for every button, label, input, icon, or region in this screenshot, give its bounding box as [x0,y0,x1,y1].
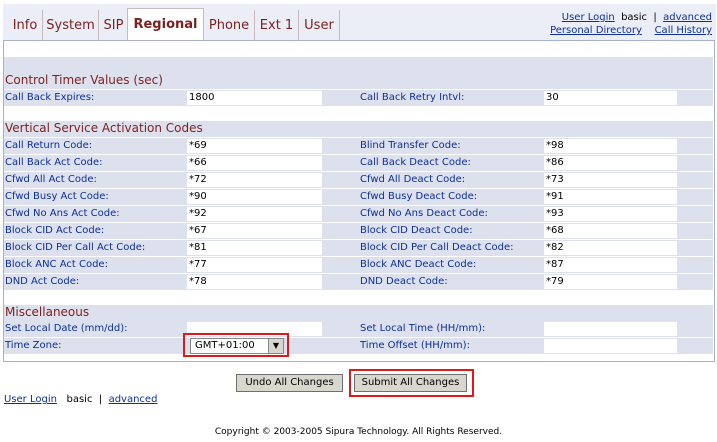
tab-system[interactable]: System [43,10,99,42]
settings-row: Block ANC Act Code: Block ANC Deact Code: [4,257,713,273]
field-label: Block CID Per Call Deact Code: [360,242,514,253]
time-zone-select[interactable]: GMT+01:00 ▼ [190,338,284,354]
settings-row: Block CID Per Call Act Code: Block CID Pe… [4,240,713,256]
personal-directory-link[interactable]: Personal Directory [550,25,642,36]
settings-row: Call Back Act Code: Call Back Deact Code: [4,155,713,171]
field-label: Call Back Expires: [5,92,95,103]
field-label: Set Local Time (HH/mm): [360,323,486,334]
misc-header [4,305,713,321]
bottom-separator: | [98,394,103,405]
time-zone-value: GMT+01:00 [195,340,255,351]
top-band [4,57,713,73]
settings-row: Time Zone: Time Offset (HH/mm): [4,338,713,354]
settings-row: DND Act Code: DND Deact Code: [4,274,713,290]
field-label: Call Back Deact Code: [360,157,471,168]
field-label: Blind Transfer Code: [360,140,461,151]
bottom-links: User Login basic | advanced [4,394,157,405]
field-input[interactable] [187,139,322,153]
field-input[interactable] [544,275,677,289]
top-links: User Login basic | advanced Personal Dir… [550,11,712,37]
user-login-link[interactable]: User Login [562,12,615,23]
field-label: Block CID Act Code: [5,225,105,236]
field-label: Set Local Date (mm/dd): [5,323,128,334]
field-label: Time Offset (HH/mm): [360,340,470,351]
field-label: Cfwd No Ans Act Code: [5,208,120,219]
field-label: Cfwd Busy Act Code: [5,191,109,202]
bottom-user-login-link[interactable]: User Login [4,394,57,405]
tab-phone[interactable]: Phone [204,10,255,42]
section-misc: Miscellaneous [5,305,90,319]
field-label: Call Back Act Code: [5,157,103,168]
settings-row: Cfwd Busy Act Code: Cfwd Busy Deact Code: [4,189,713,205]
field-input[interactable] [187,224,322,238]
field-input[interactable] [544,173,677,187]
field-input[interactable] [187,207,322,221]
section-control-timer: Control Timer Values (sec) [5,73,163,87]
basic-label: basic [621,12,648,23]
tab-user[interactable]: User [299,10,340,42]
field-label: Block CID Per Call Act Code: [5,242,146,253]
field-label: Block ANC Act Code: [5,259,108,270]
field-input[interactable] [544,139,677,153]
field-label: Cfwd No Ans Deact Code: [360,208,488,219]
field-label: DND Act Code: [5,276,80,287]
field-input[interactable] [187,173,322,187]
settings-row: Set Local Date (mm/dd): Set Local Time (H… [4,321,713,337]
settings-row: Call Back Expires: Call Back Retry Intvl: [4,90,713,106]
tab-ext1[interactable]: Ext 1 [255,10,299,42]
field-input[interactable] [187,275,322,289]
copyright-notice: Copyright © 2003-2005 Sipura Technology.… [214,427,503,437]
field-label: Cfwd All Deact Code: [360,174,466,185]
time-zone-highlight: GMT+01:00 ▼ [183,333,289,357]
field-input[interactable] [544,322,677,336]
bottom-advanced-link[interactable]: advanced [109,394,158,405]
settings-row: Cfwd No Ans Act Code: Cfwd No Ans Deact C… [4,206,713,222]
field-input[interactable] [187,258,322,272]
field-label: Cfwd Busy Deact Code: [360,191,478,202]
tab-sip[interactable]: SIP [99,10,129,42]
field-input[interactable] [544,224,677,238]
field-input[interactable] [544,207,677,221]
settings-row: Block CID Act Code: Block CID Deact Code: [4,223,713,239]
field-label: Block ANC Deact Code: [360,259,477,270]
bottom-basic-label: basic [66,394,93,405]
tab-bar: Info System SIP Regional Phone Ext 1 Use… [3,4,716,46]
field-input[interactable] [544,156,677,170]
field-label: Block CID Deact Code: [360,225,473,236]
field-input[interactable] [187,190,322,204]
field-input[interactable] [544,258,677,272]
field-label: Call Back Retry Intvl: [360,92,465,103]
field-input[interactable] [187,91,322,105]
link-separator: | [653,12,657,23]
tab-info[interactable]: Info [8,10,43,42]
field-label: Cfwd All Act Code: [5,174,97,185]
settings-row: Cfwd All Act Code: Cfwd All Deact Code: [4,172,713,188]
advanced-link[interactable]: advanced [663,12,712,23]
field-label: Time Zone: [5,340,62,351]
section-vsac: Vertical Service Activation Codes [5,121,203,135]
submit-all-changes-button[interactable]: Submit All Changes [354,374,467,392]
settings-row: Call Return Code: Blind Transfer Code: [4,138,713,154]
field-input[interactable] [544,190,677,204]
field-input[interactable] [544,339,677,353]
field-label: Call Return Code: [5,140,93,151]
field-label: DND Deact Code: [360,276,448,287]
undo-all-changes-button[interactable]: Undo All Changes [236,374,343,392]
chevron-down-icon[interactable]: ▼ [268,339,283,353]
field-input[interactable] [544,91,677,105]
field-input[interactable] [544,241,677,255]
field-input[interactable] [187,241,322,255]
field-input[interactable] [187,156,322,170]
call-history-link[interactable]: Call History [655,25,712,36]
